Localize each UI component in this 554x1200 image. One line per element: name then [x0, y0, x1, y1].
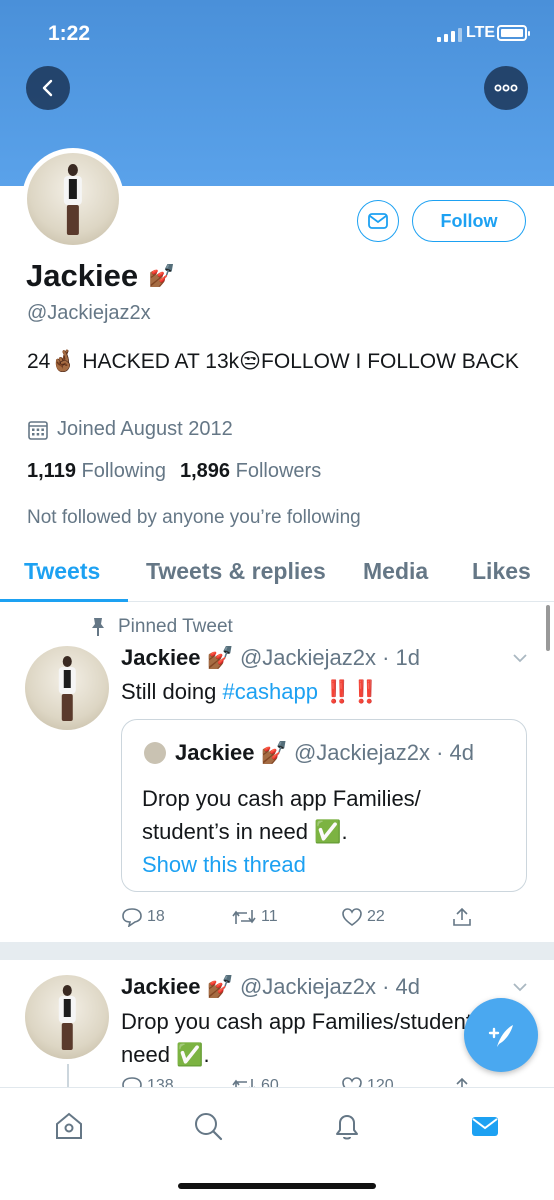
calendar-icon: [28, 420, 48, 440]
nail-polish-emoji: 💅🏾: [206, 974, 234, 999]
compose-tweet-button[interactable]: [464, 998, 538, 1072]
profile-avatar[interactable]: [22, 148, 124, 250]
retweet-button[interactable]: 11: [231, 907, 341, 927]
scrollbar[interactable]: [546, 605, 550, 651]
tweet-text: Drop you cash app Families/student’s in …: [121, 1009, 511, 1067]
active-tab-indicator: [0, 599, 128, 602]
reply-button[interactable]: 18: [121, 907, 231, 927]
mail-icon: [368, 213, 388, 229]
network-label: LTE: [466, 24, 496, 41]
tweet-avatar[interactable]: [25, 975, 109, 1059]
hashtag-link[interactable]: #cashapp: [223, 679, 318, 704]
tweet-author-name: Jackiee: [121, 974, 201, 999]
tweet-avatar[interactable]: [25, 646, 109, 730]
follow-button[interactable]: Follow: [412, 200, 526, 242]
chevron-down-icon[interactable]: [512, 650, 528, 666]
following-count-link[interactable]: 1,119 Following: [27, 460, 166, 483]
chevron-down-icon[interactable]: [512, 979, 528, 995]
reply-icon: [122, 908, 142, 927]
like-button[interactable]: 22: [341, 907, 451, 927]
tweet-header: Jackiee 💅🏾 @Jackiejaz2x · 4d: [121, 974, 420, 1000]
nav-messages[interactable]: [467, 1108, 503, 1144]
tab-tweets-replies[interactable]: Tweets & replies: [146, 558, 326, 585]
joined-date: Joined August 2012: [27, 418, 233, 441]
mutual-followers-note: Not followed by anyone you’re following: [27, 507, 361, 528]
nail-polish-emoji: 💅🏾: [206, 645, 234, 670]
search-icon: [195, 1113, 223, 1141]
battery-icon: [497, 25, 530, 41]
tab-likes[interactable]: Likes: [472, 558, 531, 585]
nav-home[interactable]: [51, 1108, 87, 1144]
crossed-fingers-emoji: 🤞🏾: [50, 350, 77, 373]
profile-name: Jackiee 💅🏾: [26, 258, 175, 294]
quoted-avatar: [144, 742, 166, 764]
nail-polish-emoji: 💅🏾: [148, 263, 176, 288]
compose-icon: [488, 1025, 513, 1047]
signal-icon: [437, 26, 462, 42]
more-options-button[interactable]: [484, 66, 528, 110]
profile-handle: @Jackiejaz2x: [27, 302, 151, 324]
retweet-icon: [232, 910, 256, 924]
show-thread-link[interactable]: Show this thread: [142, 852, 306, 878]
tab-tweets[interactable]: Tweets: [24, 558, 100, 585]
tweet-author-name: Jackiee: [121, 645, 201, 670]
tweet-header: Jackiee 💅🏾 @Jackiejaz2x · 1d: [121, 645, 420, 671]
share-button[interactable]: [451, 906, 554, 928]
nav-notifications[interactable]: [329, 1108, 365, 1144]
pin-icon: [92, 618, 104, 636]
thread-line: [67, 1064, 69, 1088]
nail-polish-emoji: 💅🏾: [260, 740, 288, 765]
notifications-icon: [336, 1115, 358, 1140]
quoted-tweet[interactable]: Jackiee 💅🏾 @Jackiejaz2x · 4d Drop you ca…: [121, 719, 527, 892]
tweet-handle-time: @Jackiejaz2x · 4d: [239, 974, 421, 999]
home-icon: [56, 1112, 82, 1139]
share-icon: [453, 907, 471, 926]
quoted-header: Jackiee 💅🏾 @Jackiejaz2x · 4d: [175, 740, 475, 765]
tweet-text: Still doing #cashapp ‼️‼️: [121, 679, 379, 704]
tab-media[interactable]: Media: [363, 558, 428, 585]
tweet-actions: 18 11 22: [121, 906, 554, 928]
back-button[interactable]: [26, 66, 70, 110]
quoted-text: Drop you cash app Families/ student’s in…: [142, 786, 421, 844]
tweet-handle-time: @Jackiejaz2x · 1d: [239, 645, 421, 670]
profile-tabs: Tweets Tweets & replies Media Likes: [0, 542, 554, 602]
profile-display-name: Jackiee: [26, 258, 139, 293]
home-indicator[interactable]: [178, 1183, 376, 1189]
pinned-tweet-label: Pinned Tweet: [90, 616, 233, 638]
message-button[interactable]: [357, 200, 399, 242]
back-icon: [42, 79, 53, 97]
nav-search[interactable]: [190, 1108, 226, 1144]
messages-icon: [472, 1117, 498, 1136]
tweet-divider: [0, 942, 554, 960]
unamused-emoji: 😒: [239, 350, 262, 373]
profile-bio: 24🤞🏾 HACKED AT 13k😒FOLLOW I FOLLOW BACK: [27, 350, 519, 373]
status-time: 1:22: [48, 22, 91, 45]
more-icon: [494, 84, 518, 92]
like-icon: [342, 908, 362, 926]
follow-counts: 1,119 Following 1,896 Followers: [27, 460, 321, 483]
followers-count-link[interactable]: 1,896 Followers: [180, 460, 321, 483]
status-bar: 1:22 LTE: [0, 20, 554, 48]
